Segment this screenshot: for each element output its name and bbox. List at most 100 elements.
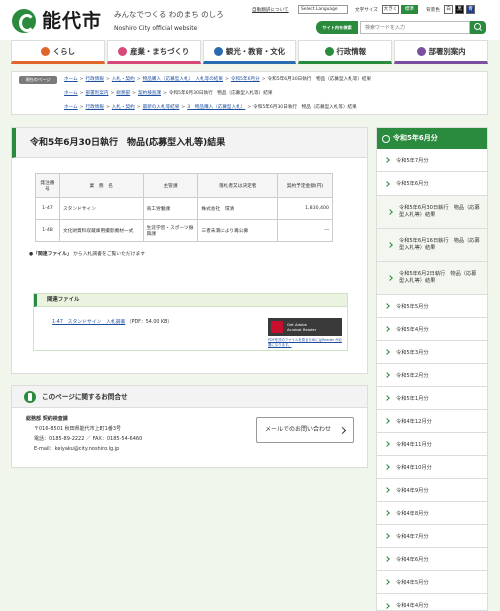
gnav-label: 行政情報: [336, 46, 367, 56]
site-name-en: Noshiro City official website: [114, 25, 198, 32]
sidebar-item[interactable]: 令和4年5月分: [377, 571, 487, 594]
tagline: みんなでつくる わのまち のしろ: [114, 10, 224, 19]
search-input[interactable]: [360, 21, 470, 34]
sidebar-item[interactable]: 令和5年1月分: [377, 387, 487, 410]
adobe-note-link[interactable]: PDF形式のファイルを見るためにはReader が必要になります。: [268, 338, 342, 347]
font-size-label: 文字サイズ: [355, 8, 378, 13]
breadcrumb-link[interactable]: 物品購入（応募型入札） 入札等の結果: [143, 77, 223, 82]
font-large-button[interactable]: 大きく: [382, 5, 399, 14]
table-cell: スタンドサイン: [58, 197, 144, 220]
pdf-meta: （PDF：54.00 KB）: [126, 320, 173, 325]
gnav-kanko[interactable]: 観光・教育・文化: [202, 40, 297, 64]
breadcrumb-link[interactable]: 入札・契約: [112, 105, 135, 110]
search-submit-icon[interactable]: [470, 21, 486, 34]
sidebar-item[interactable]: 令和5年6月分: [377, 172, 487, 196]
city-logo-icon[interactable]: [12, 9, 36, 33]
note-bold: 「関連ファイル」: [33, 252, 72, 257]
adobe-banner-text: Get Adobe Acrobat Reader: [287, 322, 316, 332]
breadcrumb-link[interactable]: 総務部: [116, 91, 130, 96]
inquiry-title-text: このページに関するお問合せ: [42, 393, 128, 401]
sidebar-item[interactable]: 令和4年11月分: [377, 433, 487, 456]
breadcrumb-link[interactable]: ホーム: [64, 91, 78, 96]
breadcrumb-link[interactable]: 最新の入札等結果: [143, 105, 180, 110]
inquiry-dept: 総務部 契約検査課: [26, 416, 68, 422]
sidebar-subitem[interactable]: 令和5年6月30日執行 物品（応募型入札等）結果: [377, 196, 487, 229]
sidebar-item[interactable]: 令和5年2月分: [377, 364, 487, 387]
breadcrumb-link[interactable]: 入札・契約: [112, 77, 135, 82]
page-title: 令和5年6月30日執行 物品(応募型入札等)結果: [12, 128, 367, 158]
table-cell: 商工労働課: [142, 197, 199, 220]
table-cell: 1-48: [35, 219, 60, 242]
breadcrumb-current: 令和5年6月30日執行 物品（応募型入札等）結果: [267, 77, 372, 82]
adobe-line-2: Acrobat Reader: [287, 327, 317, 332]
sidebar-item[interactable]: 令和4年12月分: [377, 410, 487, 433]
sidebar-title: 令和5年6月分: [377, 128, 487, 149]
inquiry-details: 総務部 契約検査課 〒016-8501 秋田県能代市上町1番3号 電話：0185…: [26, 414, 142, 454]
gnav-sangyo[interactable]: 産業・まちづくり: [106, 40, 201, 64]
sidebar-item[interactable]: 令和4年8月分: [377, 502, 487, 525]
breadcrumb-line-3: ホーム > 行政情報 > 入札・契約 > 最新の入札等結果 >3 物品購入（応募型入札） > 令和…: [64, 105, 357, 110]
sidebar-item[interactable]: 令和4年6月分: [377, 548, 487, 571]
note-text: から入札調書をご覧いただけます: [73, 252, 146, 257]
font-standard-button[interactable]: 標準: [401, 5, 418, 14]
building-icon: [118, 46, 128, 56]
site-header: 能代市 みんなでつくる わのまち のしろ Noshiro City offici…: [0, 0, 500, 40]
camera-icon: [213, 46, 223, 56]
breadcrumb-link[interactable]: 3 物品購入（応募型入札）: [187, 105, 245, 110]
sidebar-subitem[interactable]: 令和5年6月16日執行 物品（応募型入札等）結果: [377, 229, 487, 262]
adobe-reader-banner[interactable]: Get Adobe Acrobat Reader: [268, 318, 342, 336]
related-files-title: 関連ファイル: [34, 294, 347, 307]
gnav-label: 産業・まちづくり: [130, 46, 190, 56]
sidebar-item[interactable]: 令和5年5月分: [377, 295, 487, 318]
gnav-gyosei[interactable]: 行政情報: [298, 40, 393, 64]
sidebar-item[interactable]: 令和5年3月分: [377, 341, 487, 364]
breadcrumb-label: 現在のページ: [19, 76, 57, 84]
bg-blue-button[interactable]: 青: [466, 5, 475, 14]
breadcrumb-current: 令和5年6月30日執行 物品（応募型入札等）結果: [253, 105, 357, 110]
auto-translate-link[interactable]: 自動翻訳について: [252, 7, 289, 13]
breadcrumb-line-2: ホーム > 部署別案内 > 総務部 > 契約検査課 > 令和5年6月30日執行 物品（応募型入札…: [64, 91, 273, 96]
gnav-label: 部署別案内: [428, 46, 466, 56]
bg-black-button[interactable]: 黒: [455, 5, 464, 14]
sidebar-item[interactable]: 令和4年10月分: [377, 456, 487, 479]
inquiry-address: 〒016-8501 秋田県能代市上町1番3号: [34, 426, 122, 432]
table-cell: 1-47: [35, 197, 60, 220]
table-header: 業 務 名: [58, 173, 144, 198]
pdf-link[interactable]: 1-47 スタンドサイン 入札調書: [52, 320, 125, 325]
global-nav: くらし 産業・まちづくり 観光・教育・文化 行政情報 部署別案内: [11, 40, 488, 64]
mail-inquiry-button[interactable]: メールでのお問い合わせ: [256, 417, 354, 443]
table-cell: 三者未満により再公募: [197, 219, 279, 242]
sidebar-subitem[interactable]: 令和5年6月2日執行 物品（応募型入札等）結果: [377, 262, 487, 295]
home-icon: [40, 46, 50, 56]
breadcrumb-link[interactable]: 行政情報: [86, 105, 104, 110]
gnav-kurashi[interactable]: くらし: [11, 40, 105, 64]
sidebar-item[interactable]: 令和4年7月分: [377, 525, 487, 548]
sidebar-item[interactable]: 令和5年7月分: [377, 149, 487, 172]
breadcrumb-link[interactable]: 行政情報: [86, 77, 104, 82]
site-name[interactable]: 能代市: [42, 6, 102, 33]
table-row: 1-48 文化財資料収蔵庫用撮影機材一式 生涯学習・スポーツ振興課 三者未満によ…: [35, 219, 333, 242]
breadcrumb: 現在のページ ホーム > 行政情報 > 入札・契約 > 物品購入（応募型入札） 入札等の結果…: [11, 71, 488, 115]
sidebar-item[interactable]: 令和4年4月分: [377, 594, 487, 611]
bg-color-label: 背景色: [426, 8, 440, 13]
table-header: 契約予定金額(円): [277, 173, 333, 198]
inquiry-tel-fax: 電話：0185-89-2222 ／ FAX：0185-54-6460: [34, 436, 143, 442]
sidebar-item[interactable]: 令和5年4月分: [377, 318, 487, 341]
office-icon: [416, 46, 426, 56]
breadcrumb-link[interactable]: ホーム: [64, 77, 78, 82]
gnav-label: くらし: [52, 46, 75, 56]
breadcrumb-link[interactable]: 部署別案内: [86, 91, 109, 96]
inquiry-box: このページに関するお問合せ 総務部 契約検査課 〒016-8501 秋田県能代市…: [11, 385, 368, 468]
sidebar-item[interactable]: 令和4年9月分: [377, 479, 487, 502]
language-select[interactable]: Select Language: [298, 5, 348, 14]
breadcrumb-link[interactable]: 令和5年6月分: [231, 77, 260, 82]
breadcrumb-link[interactable]: ホーム: [64, 105, 78, 110]
breadcrumb-link[interactable]: 契約検査課: [138, 91, 161, 96]
gnav-busho[interactable]: 部署別案内: [394, 40, 488, 64]
table-row: 1-47 スタンドサイン 商工労働課 株式会社 環清 1,830,400: [35, 197, 333, 220]
table-header: 発注番号: [35, 173, 60, 198]
gnav-label: 観光・教育・文化: [225, 46, 286, 56]
table-header: 落札者又は決定者: [197, 173, 279, 198]
bg-white-button[interactable]: 白: [444, 5, 453, 14]
breadcrumb-current: 令和5年6月30日執行 物品（応募型入札等）結果: [168, 91, 273, 96]
